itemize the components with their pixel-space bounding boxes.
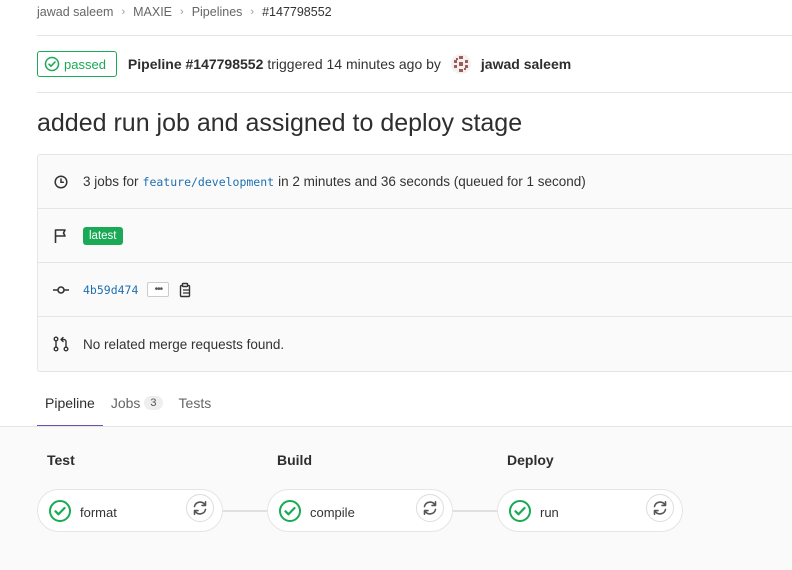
- status-success-icon: [48, 499, 72, 523]
- divider: [37, 35, 792, 36]
- toggle-commit-message-button[interactable]: •••: [147, 282, 170, 297]
- avatar[interactable]: [450, 54, 471, 74]
- stage-connector: [452, 510, 498, 512]
- pipeline-tabs: Pipeline Jobs 3 Tests: [37, 385, 792, 427]
- retry-icon[interactable]: [646, 494, 674, 522]
- merge-request-icon: [53, 336, 69, 352]
- jobs-count-text: 3 jobs for: [83, 174, 139, 189]
- stage-connector: [222, 510, 268, 512]
- stage-title-test: Test: [47, 452, 75, 468]
- flag-icon: [53, 228, 69, 244]
- breadcrumb-project[interactable]: MAXIE: [133, 5, 172, 19]
- jobs-summary-row: 3 jobs for feature/development in 2 minu…: [38, 155, 792, 209]
- breadcrumb-pipeline-id[interactable]: #147798552: [262, 5, 332, 19]
- breadcrumb-user[interactable]: jawad saleem: [37, 5, 113, 19]
- commit-sha-link[interactable]: 4b59d474: [83, 283, 138, 297]
- copy-sha-icon[interactable]: [177, 281, 193, 299]
- tab-jobs[interactable]: Jobs 3: [103, 385, 171, 427]
- pipeline-info-box: 3 jobs for feature/development in 2 minu…: [37, 154, 792, 372]
- chevron-right-icon: ›: [250, 6, 255, 18]
- status-label: passed: [64, 56, 106, 72]
- status-success-icon: [44, 56, 60, 72]
- job-format[interactable]: format: [37, 489, 223, 532]
- tab-pipeline[interactable]: Pipeline: [37, 385, 103, 427]
- retry-icon[interactable]: [416, 494, 444, 522]
- stage-title-deploy: Deploy: [507, 452, 554, 468]
- pipeline-id: Pipeline #147798552: [127, 56, 264, 72]
- commit-title: added run job and assigned to deploy sta…: [37, 109, 523, 137]
- chevron-right-icon: ›: [180, 6, 184, 18]
- divider: [37, 92, 792, 93]
- commit-icon: [53, 282, 69, 298]
- jobs-count-badge: 3: [144, 396, 163, 410]
- pipeline-graph: Test Build Deploy format compile run: [0, 427, 792, 570]
- status-success-icon: [278, 499, 302, 523]
- chevron-right-icon: ›: [121, 6, 126, 18]
- tab-tests[interactable]: Tests: [171, 385, 220, 427]
- tab-tests-label: Tests: [178, 395, 212, 411]
- pipeline-header: passed Pipeline #147798552 triggered 14 …: [37, 51, 792, 77]
- job-compile[interactable]: compile: [267, 489, 453, 532]
- clock-icon: [53, 174, 69, 190]
- latest-badge: latest: [83, 226, 123, 245]
- job-run[interactable]: run: [497, 489, 683, 532]
- breadcrumb-pipelines[interactable]: Pipelines: [192, 5, 243, 19]
- tab-pipeline-label: Pipeline: [45, 395, 95, 411]
- breadcrumb: jawad saleem › MAXIE › Pipelines › #1477…: [37, 5, 332, 19]
- merge-requests-text: No related merge requests found.: [83, 336, 285, 352]
- author-link[interactable]: jawad saleem: [481, 56, 571, 72]
- retry-icon[interactable]: [186, 494, 214, 522]
- tags-row: latest: [38, 209, 792, 263]
- commit-row: 4b59d474 •••: [38, 263, 792, 317]
- tab-jobs-label: Jobs: [110, 395, 141, 411]
- status-success-icon: [508, 499, 532, 523]
- triggered-text: triggered 14 minutes ago by: [267, 56, 441, 72]
- duration-text: in 2 minutes and 36 seconds (queued for …: [278, 174, 586, 189]
- stage-title-build: Build: [277, 452, 312, 468]
- merge-requests-row: No related merge requests found.: [38, 317, 792, 371]
- status-badge[interactable]: passed: [37, 51, 117, 77]
- branch-link[interactable]: feature/development: [143, 175, 275, 189]
